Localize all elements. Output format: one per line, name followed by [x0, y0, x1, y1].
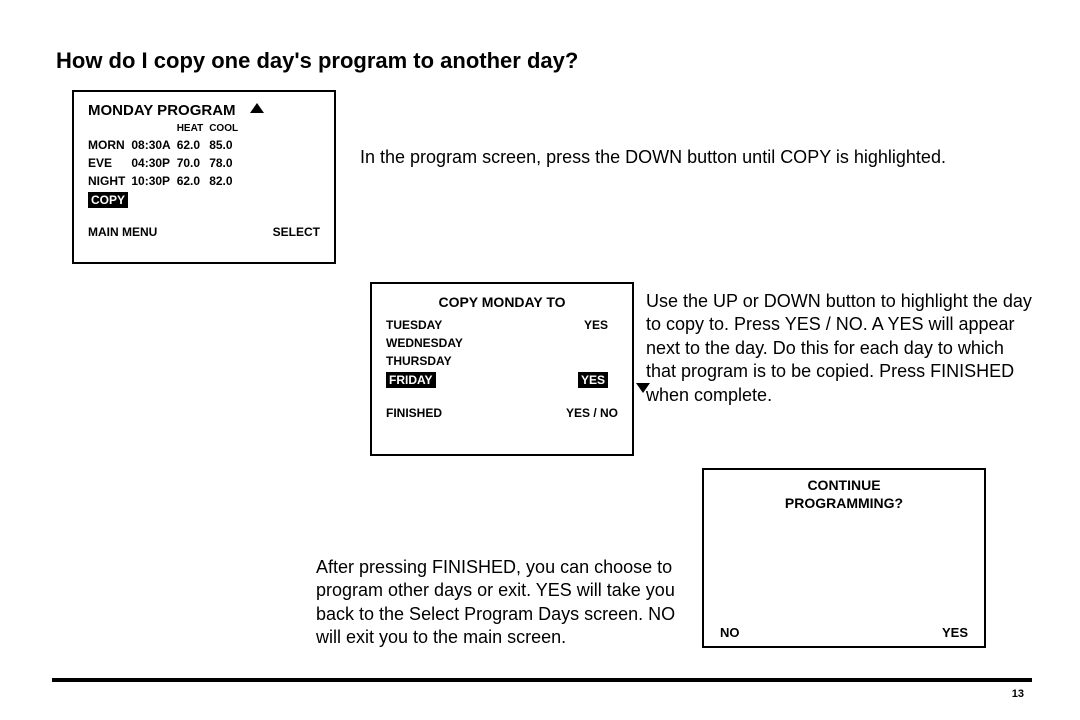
page-number: 13 — [1012, 688, 1024, 700]
col-cool: COOL — [209, 121, 244, 136]
screen-monday-program: MONDAY PROGRAM HEAT COOL MORN 08:30A 62.… — [72, 90, 336, 264]
softkey-no[interactable]: NO — [720, 625, 740, 640]
screen-continue-programming: CONTINUE PROGRAMMING? NO YES — [702, 468, 986, 648]
instruction-text-1: In the program screen, press the DOWN bu… — [360, 146, 960, 169]
list-item[interactable]: FRIDAY YES — [386, 370, 618, 390]
program-table: HEAT COOL MORN 08:30A 62.0 85.0 EVE 04:3… — [88, 121, 244, 190]
panel-a-header: MONDAY PROGRAM — [88, 102, 236, 119]
highlighted-sel: YES — [578, 372, 608, 388]
scroll-up-icon[interactable] — [250, 103, 264, 113]
softkey-select[interactable]: SELECT — [273, 225, 320, 239]
table-row: MORN 08:30A 62.0 85.0 — [88, 136, 244, 154]
softkey-yes-no[interactable]: YES / NO — [566, 406, 618, 420]
instruction-text-3: After pressing FINISHED, you can choose … — [316, 556, 682, 650]
softkey-finished[interactable]: FINISHED — [386, 406, 442, 420]
copy-menu-item[interactable]: COPY — [88, 192, 128, 208]
list-item[interactable]: THURSDAY — [386, 352, 618, 370]
screen-copy-monday-to: COPY MONDAY TO TUESDAY YES WEDNESDAY THU… — [370, 282, 634, 456]
continue-line2: PROGRAMMING? — [785, 495, 903, 511]
table-row: NIGHT 10:30P 62.0 82.0 — [88, 172, 244, 190]
col-heat: HEAT — [177, 121, 209, 136]
panel-b-title: COPY MONDAY TO — [386, 294, 618, 310]
softkey-main-menu[interactable]: MAIN MENU — [88, 225, 157, 239]
continue-line1: CONTINUE — [807, 477, 880, 493]
instruction-text-2: Use the UP or DOWN button to highlight t… — [646, 290, 1036, 407]
footer-rule — [52, 678, 1032, 682]
highlighted-day: FRIDAY — [386, 372, 436, 388]
list-item[interactable]: WEDNESDAY — [386, 334, 618, 352]
page-title: How do I copy one day's program to anoth… — [56, 48, 578, 74]
softkey-yes[interactable]: YES — [942, 625, 968, 640]
table-row: EVE 04:30P 70.0 78.0 — [88, 154, 244, 172]
list-item[interactable]: TUESDAY YES — [386, 316, 618, 334]
